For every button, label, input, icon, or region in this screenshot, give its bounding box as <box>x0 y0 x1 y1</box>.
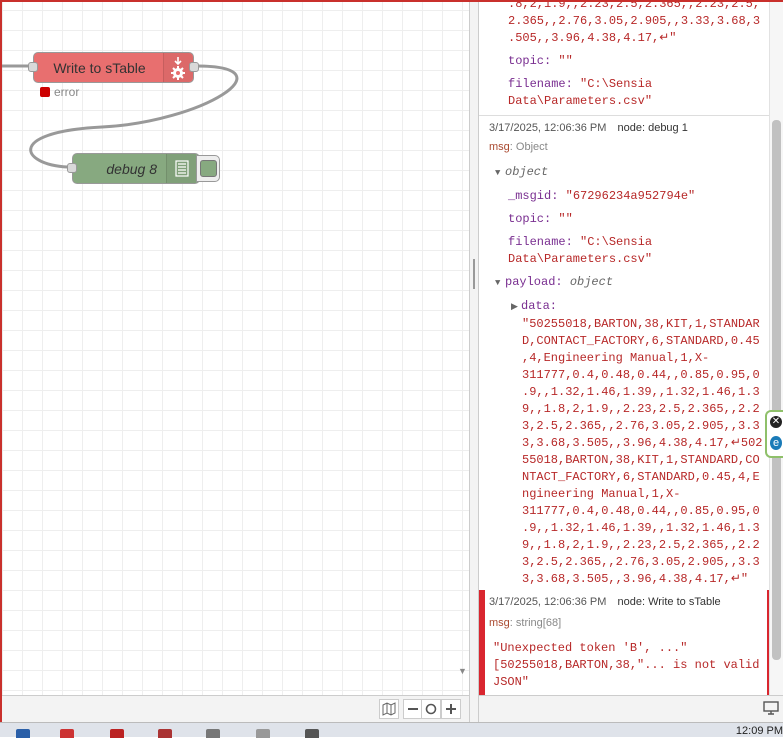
filename-value: "C:\Sensia <box>580 235 653 249</box>
debug-toggle-button[interactable] <box>196 155 220 182</box>
status-text: error <box>54 85 80 99</box>
workspace-footer <box>2 695 469 722</box>
sidebar-footer <box>479 695 783 722</box>
sidebar-scroll-thumb[interactable] <box>772 120 781 660</box>
debug-list-icon <box>166 154 196 183</box>
monitor-icon[interactable] <box>762 700 780 716</box>
filename-value: "C:\Sensia <box>580 77 653 91</box>
data-key: data: <box>521 299 558 313</box>
edge-icon[interactable]: e <box>770 436 782 450</box>
topic-key: topic: <box>508 212 552 226</box>
data-value-line: ,4,Engineering Manual,1,X- <box>522 351 710 365</box>
flow-workspace[interactable]: Write to sTable error debug 8 ▼ <box>2 2 469 695</box>
object-label: object <box>505 165 549 179</box>
close-icon[interactable]: ✕ <box>770 416 782 428</box>
data-value-line: 3,2.5,2.365,,2.76,3.05,2.905,,3.3 <box>522 419 760 433</box>
payload-text-line: .505,,3.96,4.38,4.17,↵" <box>508 31 677 45</box>
error-message-text: "Unexpected token 'B', ..." [50255018,BA… <box>493 640 763 691</box>
msg-label: msg <box>489 617 510 629</box>
msg-type-label: : Object <box>509 141 548 153</box>
error-line: [50255018,BARTON,38,"... is not valid <box>493 658 760 672</box>
debug-message-partial: .8,2,1.9,,2.23,2.5,2.365,,2.23,2.5, 2.36… <box>508 2 768 110</box>
filename-value-cont: Data\Parameters.csv" <box>508 94 653 108</box>
sidebar-splitter[interactable] <box>469 2 479 722</box>
filename-value-cont: Data\Parameters.csv" <box>508 252 653 266</box>
message-node-link[interactable]: node: debug 1 <box>618 122 688 134</box>
topic-key: topic: <box>508 54 552 68</box>
map-icon[interactable] <box>379 699 399 719</box>
splitter-grip[interactable] <box>473 259 475 289</box>
msgid-value: "67296234a952794e" <box>565 189 696 203</box>
debug-8-node[interactable]: debug 8 <box>72 153 200 184</box>
zoom-out-button[interactable] <box>403 699 423 719</box>
output-port[interactable] <box>189 62 199 72</box>
filename-key: filename: <box>508 235 573 249</box>
wire-layer <box>2 64 239 169</box>
data-value-line: 55018,BARTON,38,KIT,1,STANDARD,CO <box>522 453 760 467</box>
data-value-line: 3,3.68,3.505,,3.96,4.38,4.17,↵" <box>522 572 749 586</box>
debug-message-error: 3/17/2025, 12:06:36 PM node: Write to sT… <box>479 590 775 695</box>
data-value-line: "50255018,BARTON,38,KIT,1,STANDAR <box>522 317 760 331</box>
message-type: msg: string[68] <box>489 617 561 629</box>
zoom-reset-button[interactable] <box>421 699 441 719</box>
status-dot-icon <box>40 87 50 97</box>
input-port[interactable] <box>28 62 38 72</box>
zoom-in-button[interactable] <box>441 699 461 719</box>
data-value-line: NTACT_FACTORY,6,STANDARD,0.45,4,E <box>522 470 760 484</box>
data-value-line: 9,,1.8,2,1.9,,2.23,2.5,2.365,,2.2 <box>522 402 760 416</box>
node-status: error <box>40 85 79 99</box>
msg-type-label: : string[68] <box>509 617 562 629</box>
expand-caret-icon[interactable]: ▼ <box>495 165 505 182</box>
message-meta: 3/17/2025, 12:06:36 PM node: Write to sT… <box>489 596 721 608</box>
debug-sidebar: .8,2,1.9,,2.23,2.5,2.365,,2.23,2.5, 2.36… <box>479 2 783 695</box>
message-node-link[interactable]: node: Write to sTable <box>618 596 721 608</box>
topic-value: "" <box>558 212 573 226</box>
data-value: "50255018,BARTON,38,KIT,1,STANDAR D,CONTA… <box>495 316 765 588</box>
message-timestamp: 3/17/2025, 12:06:36 PM <box>489 122 607 134</box>
msgid-key: _msgid: <box>508 189 559 203</box>
write-to-stable-node[interactable]: Write to sTable <box>33 52 194 83</box>
msg-label: msg <box>489 141 510 153</box>
message-timestamp: 3/17/2025, 12:06:36 PM <box>489 596 607 608</box>
filename-key: filename: <box>508 77 573 91</box>
data-value-line: 3,3.68,3.505,,3.96,4.38,4.17,↵502 <box>522 436 763 450</box>
error-line: "Unexpected token 'B', ..." <box>493 641 688 655</box>
write-node-label: Write to sTable <box>53 60 146 76</box>
expand-caret-icon[interactable]: ▼ <box>495 275 505 292</box>
data-value-line: 3,2.5,2.365,,2.76,3.05,2.905,,3.3 <box>522 555 760 569</box>
payload-key: payload: <box>505 275 563 289</box>
data-value-line: 9,,1.8,2,1.9,,2.23,2.5,2.365,,2.2 <box>522 538 760 552</box>
os-taskbar: 12:09 PM <box>0 722 783 738</box>
collapse-caret-icon[interactable]: ▶ <box>511 299 521 316</box>
data-value-line: ngineering Manual,1,X- <box>522 487 681 501</box>
data-value-line: D,CONTACT_FACTORY,6,STANDARD,0.45 <box>522 334 760 348</box>
taskbar-clock[interactable]: 12:09 PM <box>736 725 783 737</box>
payload-text-line: .8,2,1.9,,2.23,2.5,2.365,,2.23,2.5, <box>508 2 761 11</box>
message-meta: 3/17/2025, 12:06:36 PM node: debug 1 <box>489 122 769 134</box>
data-value-line: 311777,0.4,0.48,0.44,,0.85,0.95,0 <box>522 368 760 382</box>
floating-side-tab[interactable]: ✕ e <box>765 410 783 458</box>
error-line: JSON" <box>493 675 530 689</box>
debug-input-port[interactable] <box>67 163 77 173</box>
payload-type: object <box>569 275 614 289</box>
entry-divider <box>479 115 769 116</box>
sidebar-scrollbar[interactable] <box>769 2 783 695</box>
topic-value: "" <box>558 54 573 68</box>
message-type: msg: Object <box>489 141 769 153</box>
payload-text-line: 2.365,,2.76,3.05,2.905,,3.33,3.68,3 <box>508 14 761 28</box>
data-value-line: .9,,1.32,1.46,1.39,,1.32,1.46,1.3 <box>522 385 760 399</box>
debug-node-label: debug 8 <box>106 161 157 177</box>
debug-toggle-indicator <box>200 160 217 177</box>
data-value-line: .9,,1.32,1.46,1.39,,1.32,1.46,1.3 <box>522 521 760 535</box>
message-object-tree[interactable]: ▼ object _msgid: "67296234a952794e" topic… <box>495 164 765 588</box>
debug-message-debug-1: 3/17/2025, 12:06:36 PM node: debug 1 msg… <box>489 122 769 153</box>
scroll-down-icon[interactable]: ▼ <box>458 666 467 676</box>
data-value-line: 311777,0.4,0.48,0.44,,0.85,0.95,0 <box>522 504 760 518</box>
